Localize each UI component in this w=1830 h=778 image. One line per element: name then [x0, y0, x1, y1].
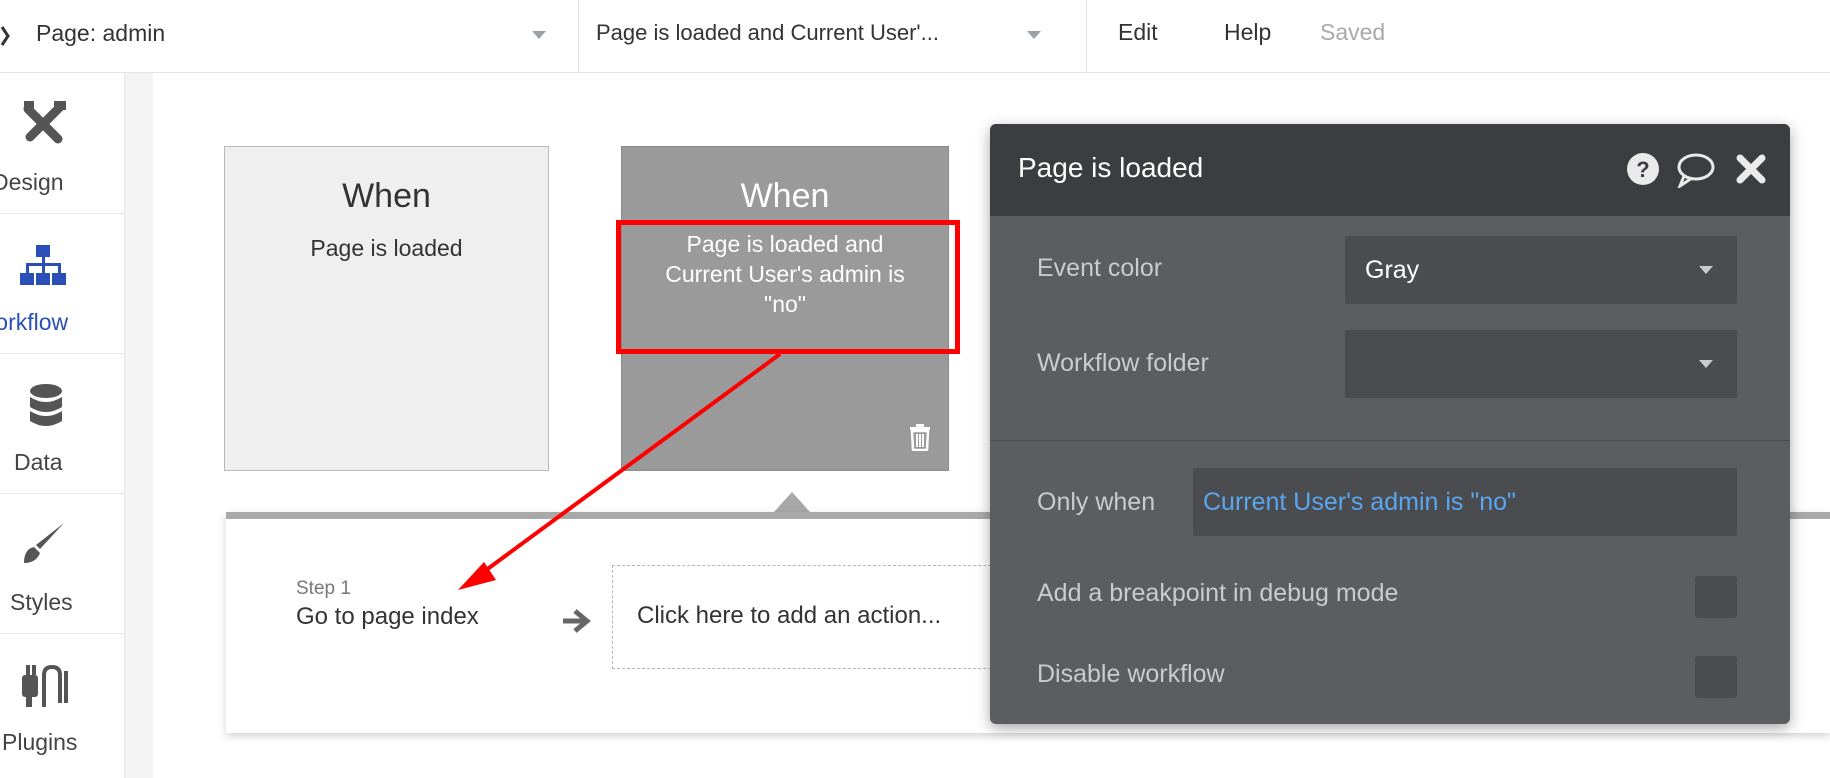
- annotation-arrow: [458, 352, 782, 590]
